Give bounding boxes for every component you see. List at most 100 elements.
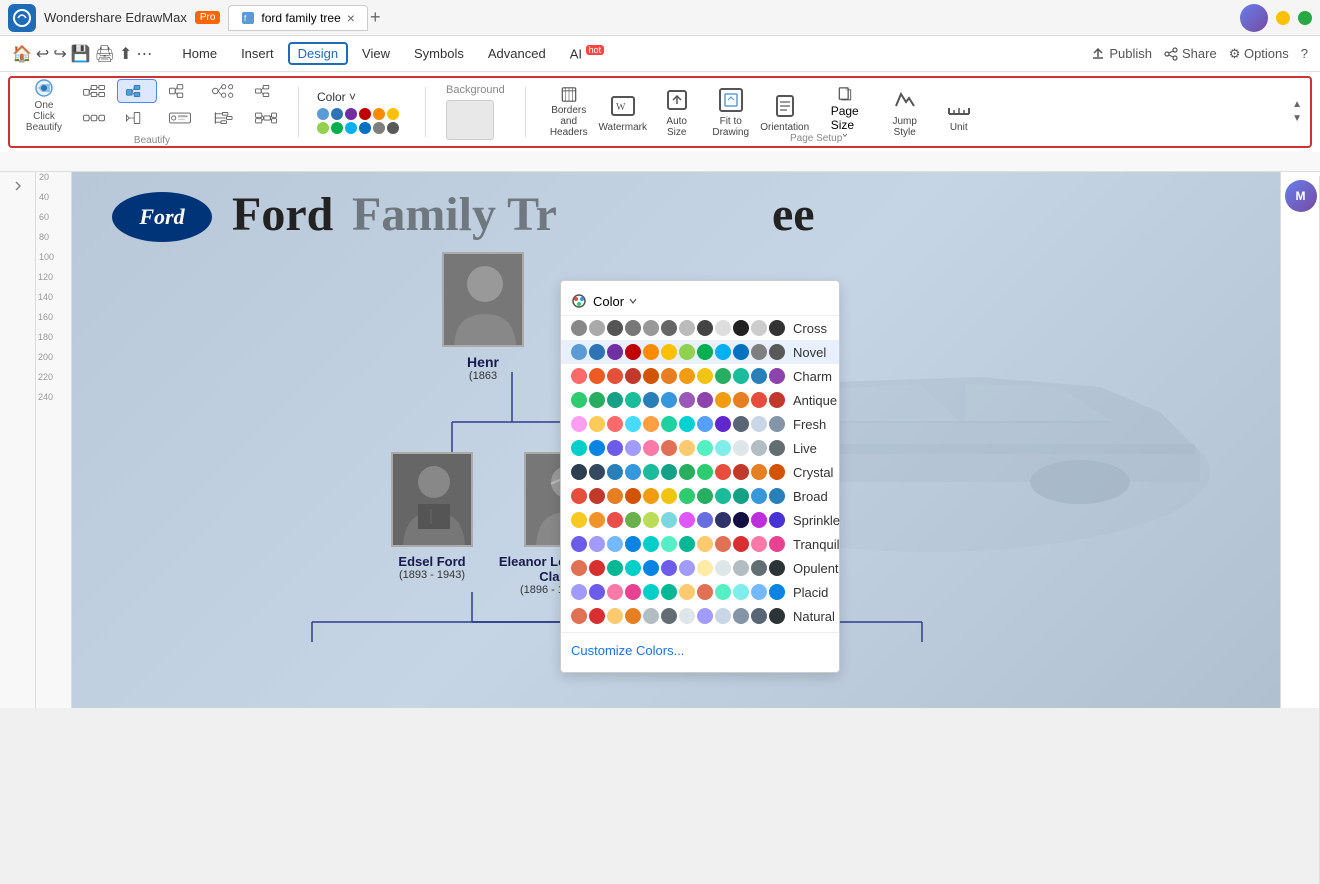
publish-btn[interactable]: Publish <box>1091 46 1152 61</box>
color-btn[interactable]: Color ˅ <box>311 86 413 138</box>
scheme-broad-dots <box>571 488 785 504</box>
scheme-tranquil[interactable]: Tranquil <box>561 532 839 556</box>
layout-btn-10[interactable] <box>246 106 286 130</box>
scheme-crystal-name: Crystal <box>785 465 833 480</box>
page-size-icon <box>831 86 859 104</box>
borders-headers-label: Borders andHeaders <box>546 105 592 138</box>
redo-btn[interactable]: ↪ <box>53 44 66 64</box>
scheme-antique[interactable]: Antique <box>561 388 839 412</box>
publish-icon <box>1091 47 1105 61</box>
menu-design[interactable]: Design <box>288 42 348 65</box>
menu-advanced[interactable]: Advanced <box>478 42 556 65</box>
scheme-natural[interactable]: Natural <box>561 604 839 628</box>
tab-ford-family-tree[interactable]: f ford family tree × <box>228 5 368 31</box>
scheme-fresh[interactable]: Fresh <box>561 412 839 436</box>
edrawmax-logo: M <box>1285 180 1317 212</box>
jump-style-btn[interactable]: JumpStyle <box>882 86 928 138</box>
scheme-crystal[interactable]: Crystal <box>561 460 839 484</box>
more-btn[interactable]: ⋯ <box>136 44 152 64</box>
page-setup-section: Borders andHeaders W Watermark AutoSize … <box>538 86 990 138</box>
color-dropdown-header: Color <box>561 289 839 316</box>
undo-btn[interactable]: ↩ <box>36 44 49 64</box>
options-btn[interactable]: ⚙ Options <box>1229 46 1289 62</box>
ford-title-partial: Family Tr <box>352 187 557 242</box>
layout-btn-2[interactable] <box>117 79 157 103</box>
customize-colors-btn[interactable]: Customize Colors... <box>561 637 839 664</box>
layout-btn-7[interactable] <box>117 106 157 130</box>
borders-headers-btn[interactable]: Borders andHeaders <box>546 86 592 138</box>
jump-style-icon <box>891 86 919 114</box>
orientation-btn[interactable]: Orientation <box>762 86 808 138</box>
unit-icon <box>945 92 973 120</box>
divider-2 <box>425 87 426 137</box>
user-avatar[interactable] <box>1240 4 1268 32</box>
watermark-btn[interactable]: W Watermark <box>600 86 646 138</box>
bg-control-1[interactable] <box>446 100 494 140</box>
layout-btn-5[interactable] <box>246 79 286 103</box>
scheme-placid[interactable]: Placid <box>561 580 839 604</box>
beautify-group: One ClickBeautify <box>18 79 286 131</box>
minimize-btn[interactable] <box>1276 11 1290 25</box>
ruler-horizontal: -180 -160 -140 -120 -100 -80 -60 -40 -20… <box>0 152 1320 172</box>
page-size-label: PageSize <box>831 104 859 132</box>
layout-btn-4[interactable] <box>203 79 243 103</box>
tab-close-btn[interactable]: × <box>347 10 355 26</box>
help-btn[interactable]: ? <box>1301 46 1308 61</box>
save-btn[interactable]: 💾 <box>71 44 91 64</box>
layout-btn-9[interactable] <box>203 106 243 130</box>
one-click-beautify-btn[interactable]: One ClickBeautify <box>18 79 70 131</box>
layout-btn-3[interactable] <box>160 79 200 103</box>
menu-symbols[interactable]: Symbols <box>404 42 474 65</box>
left-panel <box>0 172 36 708</box>
maximize-btn[interactable] <box>1298 11 1312 25</box>
menu-home[interactable]: Home <box>172 42 227 65</box>
scheme-fresh-dots <box>571 416 785 432</box>
scheme-tranquil-name: Tranquil <box>785 537 839 552</box>
scheme-cross-name: Cross <box>785 321 829 336</box>
unit-btn[interactable]: Unit <box>936 86 982 138</box>
layout-btn-1[interactable] <box>74 79 114 103</box>
scheme-broad[interactable]: Broad <box>561 484 839 508</box>
menu-view[interactable]: View <box>352 42 400 65</box>
scheme-fresh-name: Fresh <box>785 417 829 432</box>
layout-btn-6[interactable] <box>74 106 114 130</box>
scheme-charm[interactable]: Charm <box>561 364 839 388</box>
scheme-sprinkle[interactable]: Sprinkle <box>561 508 839 532</box>
ford-title: Ford <box>232 187 333 242</box>
layout-btn-8[interactable] <box>160 106 200 130</box>
menu-ai[interactable]: AI hot <box>560 41 614 65</box>
color-btn-label: Color ˅ <box>317 90 407 104</box>
scheme-natural-name: Natural <box>785 609 835 624</box>
scheme-opulent[interactable]: Opulent <box>561 556 839 580</box>
scroll-down-btn[interactable]: ▼ <box>1292 112 1302 126</box>
scheme-antique-name: Antique <box>785 393 837 408</box>
unit-label: Unit <box>950 122 968 133</box>
share-btn[interactable]: Share <box>1164 46 1217 61</box>
background-section: Background <box>438 80 513 144</box>
svg-text:W: W <box>616 102 626 113</box>
auto-size-btn[interactable]: AutoSize <box>654 86 700 138</box>
new-tab-btn[interactable]: + <box>370 7 381 28</box>
fit-to-drawing-btn[interactable]: Fit toDrawing <box>708 86 754 138</box>
scroll-up-btn[interactable]: ▲ <box>1292 98 1302 112</box>
ruler-h-svg <box>36 152 1320 172</box>
scheme-tranquil-dots <box>571 536 785 552</box>
divider-3 <box>525 87 526 137</box>
canvas-area[interactable]: Ford Ford Family Tr ee Henr (1863 <box>72 172 1280 708</box>
collapse-btn[interactable] <box>4 176 32 196</box>
dropdown-divider <box>561 632 839 633</box>
color-dropdown-title: Color <box>593 294 624 309</box>
beautify-section: One ClickBeautify <box>18 79 286 146</box>
scheme-novel[interactable]: Novel <box>561 340 839 364</box>
menu-insert[interactable]: Insert <box>231 42 284 65</box>
scheme-live[interactable]: Live <box>561 436 839 460</box>
scheme-opulent-name: Opulent <box>785 561 839 576</box>
page-size-btn[interactable]: PageSize <box>816 86 874 138</box>
tab-title: ford family tree <box>261 11 340 25</box>
export-btn[interactable]: ⬆ <box>119 44 132 64</box>
print-btn[interactable]: 🖨 <box>95 44 115 64</box>
home-nav-btn[interactable]: 🏠 <box>12 44 32 64</box>
jump-style-label: JumpStyle <box>892 116 916 138</box>
one-click-beautify-label: One ClickBeautify <box>23 100 65 133</box>
scheme-cross[interactable]: Cross <box>561 316 839 340</box>
